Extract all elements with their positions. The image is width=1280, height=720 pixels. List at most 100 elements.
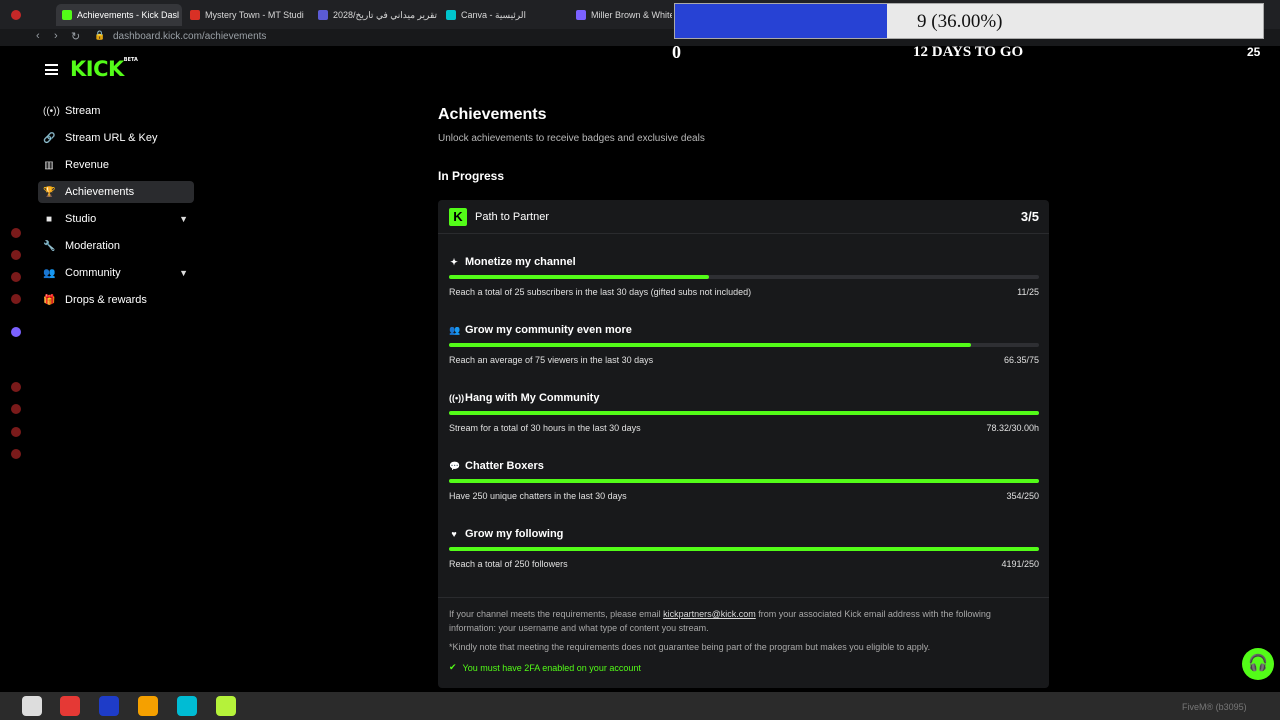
twofa-text: You must have 2FA enabled on your accoun… bbox=[462, 662, 641, 673]
achievement-progress-track bbox=[449, 479, 1039, 483]
chevron-down-icon[interactable]: ▼ bbox=[179, 214, 188, 224]
page-subtitle: Unlock achievements to receive badges an… bbox=[438, 133, 705, 144]
gift-icon: 🎁 bbox=[43, 294, 56, 306]
sidebar-item-moderation[interactable]: 🔧 Moderation bbox=[38, 235, 194, 257]
rail-app-icon[interactable] bbox=[11, 427, 21, 437]
rail-app-icon[interactable] bbox=[11, 250, 21, 260]
tab-canva[interactable]: Canva - الرئيسية bbox=[446, 4, 566, 26]
sidebar-item-achievements[interactable]: 🏆 Achievements bbox=[38, 181, 194, 203]
sidebar-item-community[interactable]: 👥 Community ▼ bbox=[38, 262, 194, 284]
tab-achievements[interactable]: Achievements - Kick Dasl bbox=[56, 4, 182, 26]
chart-icon: ▥ bbox=[44, 159, 54, 171]
achievement-progress-fill bbox=[449, 547, 1039, 551]
tab-title: Canva - الرئيسية bbox=[461, 9, 527, 20]
achievement-value: 11/25 bbox=[1017, 287, 1039, 297]
sidebar-item-revenue[interactable]: ▥ Revenue bbox=[38, 154, 194, 176]
achievement-title: Monetize my channel bbox=[465, 256, 576, 268]
people-icon: 👥 bbox=[43, 267, 56, 279]
partner-instructions: If your channel meets the requirements, … bbox=[449, 609, 991, 633]
achievement-title: Grow my following bbox=[465, 528, 564, 540]
broadcast-icon: ((•)) bbox=[449, 393, 465, 403]
sidebar-item-stream[interactable]: ((•)) Stream bbox=[38, 100, 194, 122]
menu-icon[interactable] bbox=[45, 64, 58, 75]
sidebar-item-studio[interactable]: ■ Studio ▼ bbox=[38, 208, 194, 230]
forward-icon[interactable]: › bbox=[54, 30, 58, 42]
tab-title: Achievements - Kick Dasl bbox=[77, 10, 180, 20]
shield-favicon bbox=[576, 10, 586, 20]
goal-target-value: 25 bbox=[1247, 45, 1261, 59]
opera-icon[interactable] bbox=[11, 10, 21, 20]
taskbar-app-icon[interactable] bbox=[216, 696, 236, 716]
achievement-progress-track bbox=[449, 275, 1039, 279]
taskbar-app-icon[interactable] bbox=[60, 696, 80, 716]
rail-app-icon[interactable] bbox=[11, 294, 21, 304]
card-title: Path to Partner bbox=[475, 211, 549, 223]
kick-badge-icon: K bbox=[449, 208, 467, 226]
twofa-requirement: ✔ You must have 2FA enabled on your acco… bbox=[449, 662, 641, 673]
reload-icon[interactable]: ↻ bbox=[71, 30, 80, 43]
url-field[interactable]: dashboard.kick.com/achievements bbox=[113, 31, 266, 42]
sidebar-item-label: Moderation bbox=[65, 240, 121, 252]
sidebar-item-label: Community bbox=[65, 267, 121, 279]
achievement-title: Grow my community even more bbox=[465, 324, 632, 336]
card-header: K Path to Partner 3/5 bbox=[438, 200, 1049, 234]
tab-title: 2028/تقرير ميداني في تاريخ bbox=[333, 9, 438, 20]
partner-email-link[interactable]: kickpartners@kick.com bbox=[663, 609, 756, 619]
link-icon: 🔗 bbox=[43, 132, 56, 144]
support-headset-icon[interactable]: 🎧 bbox=[1242, 648, 1274, 680]
achievement-description: Reach a total of 250 followers bbox=[449, 559, 568, 569]
achievement-progress-track bbox=[449, 343, 1039, 347]
sidebar-item-label: Revenue bbox=[65, 159, 110, 171]
rail-app-icon[interactable] bbox=[11, 228, 21, 238]
achievement-value: 66.35/75 bbox=[1003, 355, 1039, 365]
achievement-progress-track bbox=[449, 411, 1039, 415]
sidebar-item-label: Drops & rewards bbox=[65, 294, 147, 306]
settings-icon[interactable] bbox=[11, 449, 21, 459]
tab-title: Miller Brown & White bbox=[591, 10, 672, 20]
taskbar-app-icon[interactable] bbox=[99, 696, 119, 716]
achievement-progress-fill bbox=[449, 343, 972, 347]
taskbar-app-icon[interactable] bbox=[138, 696, 158, 716]
achievement-progress-fill bbox=[449, 411, 1039, 415]
rail-app-icon[interactable] bbox=[11, 382, 21, 392]
tab-mystery-town[interactable]: Mystery Town - MT Studi bbox=[190, 4, 310, 26]
achievement-title: Hang with My Community bbox=[465, 392, 600, 404]
achievement-progress-track bbox=[449, 547, 1039, 551]
achievement-value: 4191/250 bbox=[1001, 559, 1039, 569]
taskbar-app-icon[interactable] bbox=[177, 696, 197, 716]
taskbar-app-icon[interactable] bbox=[22, 696, 42, 716]
back-icon[interactable]: ‹ bbox=[36, 30, 40, 42]
canva-favicon bbox=[446, 10, 456, 20]
trophy-icon: 🏆 bbox=[43, 186, 56, 198]
goal-progress-bar: 9 (36.00%) bbox=[674, 3, 1264, 39]
tab-miller[interactable]: Miller Brown & White bbox=[576, 4, 672, 26]
achievement-description: Reach a total of 25 subscribers in the l… bbox=[449, 287, 752, 297]
wrench-icon: 🔧 bbox=[43, 240, 56, 252]
goal-start-value: 0 bbox=[672, 42, 681, 62]
sidebar-item-label: Studio bbox=[65, 213, 97, 225]
sparkle-icon: ✦ bbox=[450, 256, 458, 267]
kick-logo[interactable]: KICKBETA bbox=[70, 57, 138, 81]
tab-report[interactable]: 2028/تقرير ميداني في تاريخ bbox=[318, 4, 438, 26]
partner-disclaimer: *Kindly note that meeting the requiremen… bbox=[449, 642, 931, 652]
section-title: In Progress bbox=[438, 169, 505, 183]
achievement-progress-fill bbox=[449, 275, 709, 279]
achievement-description: Stream for a total of 30 hours in the la… bbox=[449, 423, 641, 433]
rail-app-icon[interactable] bbox=[11, 272, 21, 282]
community-icon: 👥 bbox=[449, 324, 461, 335]
chevron-down-icon[interactable]: ▼ bbox=[179, 268, 188, 278]
twitch-icon[interactable] bbox=[11, 327, 21, 337]
sidebar-item-drops-rewards[interactable]: 🎁 Drops & rewards bbox=[38, 289, 194, 311]
lock-icon: 🔒 bbox=[94, 30, 106, 40]
sidebar-item-stream-url-key[interactable]: 🔗 Stream URL & Key bbox=[38, 127, 194, 149]
goal-progress-text: 9 (36.00%) bbox=[917, 11, 1003, 32]
path-to-partner-card: K Path to Partner 3/5 ✦ Monetize my chann… bbox=[438, 200, 1049, 688]
rail-app-icon[interactable] bbox=[11, 404, 21, 414]
achievement-progress-fill bbox=[449, 479, 1039, 483]
sidebar-item-label: Stream bbox=[65, 105, 101, 117]
achievement-value: 78.32/30.00h bbox=[986, 423, 1039, 433]
kick-favicon bbox=[62, 10, 72, 20]
taskbar: FiveM® (b3095) bbox=[0, 692, 1280, 720]
card-progress-count: 3/5 bbox=[1020, 209, 1039, 224]
broadcast-icon: ((•)) bbox=[43, 105, 60, 117]
